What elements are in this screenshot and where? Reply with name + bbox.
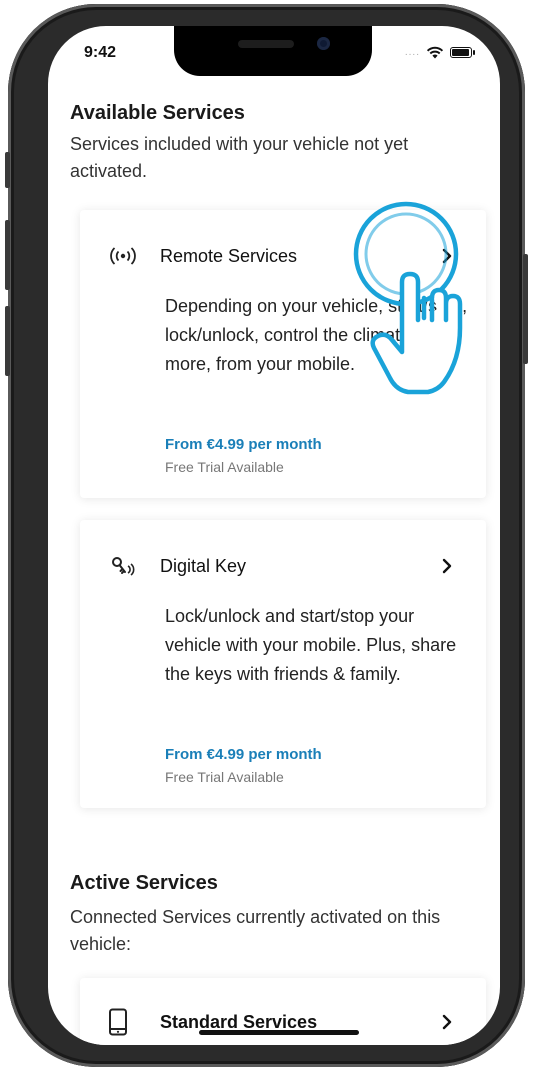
digital-key-card[interactable]: Digital Key Lock/unlock and start/stop y… — [80, 520, 486, 808]
services-content: Available Services Services included wit… — [70, 102, 486, 1045]
phone-icon — [108, 1008, 142, 1036]
wifi-icon — [426, 46, 444, 59]
active-services-heading: Active Services — [70, 872, 218, 894]
mute-switch — [5, 152, 10, 188]
notch — [174, 26, 372, 76]
card-description: Depending on your vehicle, start/stop, l… — [165, 296, 468, 374]
card-price: From €4.99 per month — [165, 746, 322, 763]
card-price: From €4.99 per month — [165, 436, 322, 453]
digital-key-icon — [108, 554, 142, 578]
chevron-right-icon[interactable] — [436, 245, 458, 267]
available-services-description: Services included with your vehicle not … — [70, 134, 409, 181]
status-indicators: .... — [404, 46, 475, 59]
card-title: Remote Services — [160, 245, 298, 266]
speaker-grille — [238, 40, 294, 48]
home-indicator[interactable] — [199, 1030, 359, 1035]
remote-signal-icon — [108, 246, 142, 266]
battery-icon — [450, 47, 475, 58]
volume-down-button — [5, 306, 10, 376]
app-screen: 9:42 .... Available Services Services in… — [48, 26, 500, 1045]
available-services-heading: Available Services — [70, 102, 245, 124]
chevron-right-icon[interactable] — [436, 555, 458, 577]
remote-services-card[interactable]: Remote Services Depending on your vehicl… — [80, 210, 486, 498]
front-camera — [317, 37, 330, 50]
card-trial-note: Free Trial Available — [165, 769, 284, 785]
active-services-description: Connected Services currently activated o… — [70, 907, 441, 954]
card-header: Digital Key — [108, 550, 458, 582]
card-header: Remote Services — [108, 240, 458, 272]
volume-up-button — [5, 220, 10, 290]
signal-dots: .... — [404, 47, 420, 58]
card-description: Lock/unlock and start/stop your vehicle … — [165, 606, 457, 684]
status-time: 9:42 — [84, 44, 117, 61]
chevron-right-icon[interactable] — [436, 1011, 458, 1033]
power-button — [523, 254, 528, 364]
card-title: Digital Key — [160, 555, 247, 576]
card-trial-note: Free Trial Available — [165, 459, 284, 475]
phone-frame: 9:42 .... Available Services Services in… — [5, 4, 528, 1067]
